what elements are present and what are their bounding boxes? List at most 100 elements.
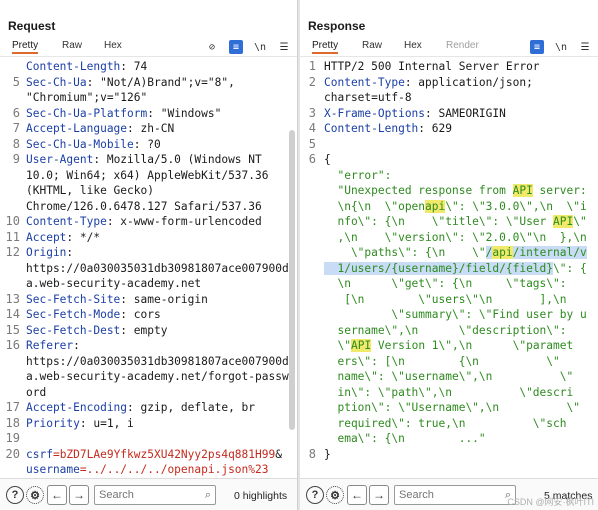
code-line: (KHTML, like Gecko) xyxy=(26,183,287,199)
code-token: : 74 xyxy=(120,60,148,73)
menu-icon[interactable]: ☰ xyxy=(277,40,291,54)
response-search-input[interactable] xyxy=(395,486,515,504)
line-number: 12 xyxy=(5,245,20,259)
line-number: 6 xyxy=(308,152,316,166)
search-icon: ⌕ xyxy=(204,489,211,501)
line-number: 4 xyxy=(308,121,316,135)
wrap-icon[interactable]: ≡ xyxy=(530,40,544,54)
code-line: [\n \"users\"\n ],\n xyxy=(324,292,588,308)
code-token: https://0a030035031db30981807ace007900d xyxy=(26,261,289,275)
line-number: 20 xyxy=(5,446,20,461)
code-token: Chrome/126.0.6478.127 Safari/537.36 xyxy=(26,199,262,213)
code-token: API xyxy=(553,215,574,228)
line-number: 1 xyxy=(308,59,316,73)
request-scrollbar[interactable] xyxy=(289,130,295,430)
code-token: sername\",\n \"description\": xyxy=(324,323,567,337)
line-number: 5 xyxy=(12,74,20,89)
request-editor[interactable]: Content-Length: 74 5 Sec-Ch-Ua: "Not/A)Bra… xyxy=(0,56,297,478)
code-line: Sec-Ch-Ua-Platform: "Windows" xyxy=(26,106,287,122)
help-icon[interactable]: ? xyxy=(306,486,324,504)
code-token: : x-www-form-urlencoded xyxy=(106,215,262,228)
newline-icon[interactable]: \n xyxy=(554,40,568,54)
code-line: username=../../../../openapi.json%23 xyxy=(26,462,287,478)
settings-gear-icon[interactable]: ⚙ xyxy=(26,486,44,504)
code-token: Content-Length xyxy=(26,60,121,73)
response-pane: Response Pretty Raw Hex Render ≡ \n ☰ 1H… xyxy=(300,0,598,510)
tab-raw[interactable]: Raw xyxy=(362,40,382,51)
code-token: ema\": {\n ..." xyxy=(324,432,486,445)
tab-hex[interactable]: Hex xyxy=(404,40,422,51)
code-line: Content-Length: 629 xyxy=(324,121,588,137)
code-line: nfo\": {\n \"title\": \"User API\" xyxy=(324,214,588,230)
code-token: : empty xyxy=(120,323,168,337)
code-token: Content-Type xyxy=(324,75,405,89)
eye-off-icon[interactable]: ⊘ xyxy=(205,40,219,54)
code-token: : SAMEORIGIN xyxy=(425,106,506,120)
tab-pretty[interactable]: Pretty xyxy=(312,40,339,54)
code-line: \"paths\": {\n \"/api/internal/v xyxy=(324,245,588,261)
help-icon[interactable]: ? xyxy=(6,486,24,504)
newline-icon[interactable]: \n xyxy=(253,40,267,54)
code-line: charset=utf-8 xyxy=(324,90,588,106)
code-line: } xyxy=(324,447,588,463)
code-line: Accept-Language: zh-CN xyxy=(26,121,287,137)
code-line: { xyxy=(324,152,588,168)
code-token: Sec-Fetch-Dest xyxy=(26,323,121,337)
request-tabs: Pretty Raw Hex ⊘ ≡ \n ☰ xyxy=(0,38,297,56)
tab-pretty[interactable]: Pretty xyxy=(12,40,39,54)
request-bottom-bar: ? ⚙ ← → ⌕ 0 highlights xyxy=(0,478,297,510)
tab-render[interactable]: Render xyxy=(446,40,479,51)
response-title: Response xyxy=(308,19,366,33)
code-token: https://0a030035031db30981807ace007900d xyxy=(26,354,289,368)
code-token: name\": \"username\",\n \" xyxy=(324,370,574,383)
tab-hex[interactable]: Hex xyxy=(104,40,122,51)
menu-icon[interactable]: ☰ xyxy=(578,40,592,54)
code-line: Content-Type: application/json; xyxy=(324,75,588,91)
code-token: \"summary\": \"Find user by u xyxy=(324,308,587,321)
code-token: : xyxy=(73,339,80,352)
code-line: Sec-Fetch-Mode: cors xyxy=(26,307,287,323)
response-editor[interactable]: 1 HTTP/2 500 Internal Server Error 2 Conten… xyxy=(300,56,598,478)
code-line: Sec-Ch-Ua: "Not/A)Brand";v="8", xyxy=(26,75,287,91)
line-number: 11 xyxy=(5,229,20,244)
code-token: api xyxy=(492,246,513,259)
prev-match-button[interactable]: ← xyxy=(47,485,67,505)
code-token: "error": xyxy=(324,168,392,182)
code-token: } xyxy=(324,447,331,461)
code-line: csrf=bZD7LAe9Yfkwz5XU42Nyy2ps4q881H99& xyxy=(26,447,287,463)
request-search-box: ⌕ xyxy=(94,485,216,505)
request-search-input[interactable] xyxy=(95,486,215,504)
code-line: Origin: xyxy=(26,245,287,261)
code-line: "error": xyxy=(324,168,588,184)
settings-gear-icon[interactable]: ⚙ xyxy=(326,486,344,504)
response-tabs: Pretty Raw Hex Render ≡ \n ☰ xyxy=(300,38,598,56)
code-line: ema\": {\n ..." xyxy=(324,431,588,447)
next-match-button[interactable]: → xyxy=(69,485,89,505)
code-line: https://0a030035031db30981807ace007900d xyxy=(26,354,289,370)
code-token: Accept xyxy=(26,230,67,244)
code-token: Origin xyxy=(26,246,67,259)
code-token: : zh-CN xyxy=(127,122,175,135)
code-token: : Mozilla/5.0 (Windows NT xyxy=(93,153,262,166)
code-token: server: xyxy=(532,184,587,197)
code-line: \"API Version 1\",\n \"paramet xyxy=(324,338,588,354)
code-line: Sec-Fetch-Dest: empty xyxy=(26,323,287,339)
code-line: Accept-Encoding: gzip, deflate, br xyxy=(26,400,287,416)
line-number: 14 xyxy=(5,307,20,321)
code-line: "Chromium";v="126" xyxy=(26,90,287,106)
wrap-icon[interactable]: ≡ xyxy=(229,40,243,54)
code-token: "Chromium";v="126" xyxy=(26,91,148,104)
code-token: Version 1\",\n \"paramet xyxy=(371,339,574,352)
code-token: : ?0 xyxy=(133,137,161,151)
line-number: 6 xyxy=(12,105,20,120)
code-token: : cors xyxy=(120,308,161,321)
prev-match-button[interactable]: ← xyxy=(347,485,367,505)
tab-raw[interactable]: Raw xyxy=(62,40,82,51)
code-token: ers\": [\n {\n \" xyxy=(324,354,560,368)
next-match-button[interactable]: → xyxy=(369,485,389,505)
code-token: \"paths\": {\n \" xyxy=(324,246,486,259)
code-token: Content-Length xyxy=(324,122,419,135)
code-token: a.web-security-academy.net xyxy=(26,277,202,290)
code-token: a.web-security-academy.net/forgot-passw xyxy=(26,370,289,383)
code-token: 10.0; Win64; x64) AppleWebKit/537.36 xyxy=(26,168,269,182)
